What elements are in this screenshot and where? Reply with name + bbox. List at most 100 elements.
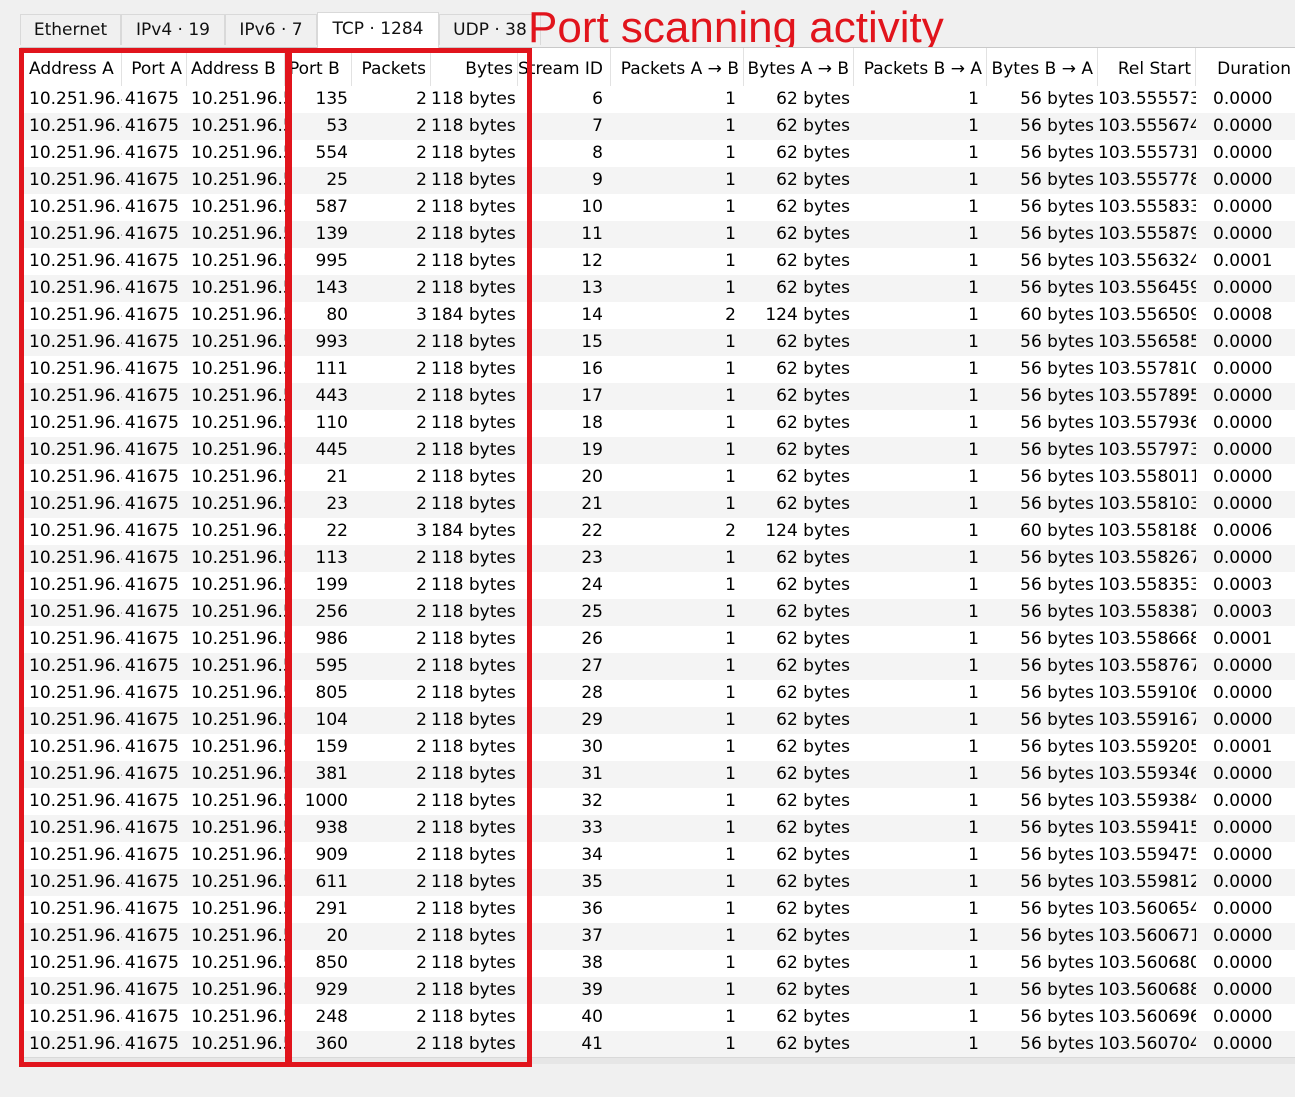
table-row[interactable]: 10.251.96.4 41675 10.251.96.5 1000 2 118 byte… <box>21 788 1295 815</box>
tab-tcp[interactable]: TCP · 1284 <box>317 12 439 48</box>
table-row[interactable]: 10.251.96.4 41675 10.251.96.5 110 2 118 bytes… <box>21 410 1295 437</box>
cell-packets-a-b: 1 <box>725 980 736 1000</box>
cell-stream-id: 10 <box>581 197 603 217</box>
table-row[interactable]: 10.251.96.4 41675 10.251.96.5 199 2 118 bytes… <box>21 572 1295 599</box>
cell-duration: 0.0000 <box>1213 170 1273 190</box>
cell-address-b: 10.251.96.5 <box>191 116 285 136</box>
column-header-bytes-a-b[interactable]: Bytes A → B <box>744 48 854 86</box>
cell-packets: 2 <box>416 899 427 919</box>
column-header-bytes-b-a[interactable]: Bytes B → A <box>987 48 1098 86</box>
cell-packets-a-b: 1 <box>725 872 736 892</box>
cell-bytes-b-a: 56 bytes <box>1020 791 1094 811</box>
column-header-bytes[interactable]: Bytes <box>431 48 518 86</box>
tab-udp[interactable]: UDP · 38 <box>439 14 541 45</box>
cell-stream-id: 14 <box>581 305 603 325</box>
table-row[interactable]: 10.251.96.4 41675 10.251.96.5 111 2 118 bytes… <box>21 356 1295 383</box>
cell-packets-a-b: 1 <box>725 656 736 676</box>
cell-bytes-a-b: 62 bytes <box>776 1034 850 1054</box>
cell-address-b: 10.251.96.5 <box>191 386 285 406</box>
table-row[interactable]: 10.251.96.4 41675 10.251.96.5 938 2 118 bytes… <box>21 815 1295 842</box>
cell-stream-id: 40 <box>581 1007 603 1027</box>
table-row[interactable]: 10.251.96.4 41675 10.251.96.5 381 2 118 bytes… <box>21 761 1295 788</box>
table-row[interactable]: 10.251.96.4 41675 10.251.96.5 143 2 118 bytes… <box>21 275 1295 302</box>
cell-duration: 0.0000 <box>1213 791 1273 811</box>
table-row[interactable]: 10.251.96.4 41675 10.251.96.5 113 2 118 bytes… <box>21 545 1295 572</box>
table-row[interactable]: 10.251.96.4 41675 10.251.96.5 587 2 118 bytes… <box>21 194 1295 221</box>
horizontal-scrollbar[interactable] <box>20 1057 1295 1064</box>
table-row[interactable]: 10.251.96.4 41675 10.251.96.5 995 2 118 bytes… <box>21 248 1295 275</box>
cell-bytes: 118 bytes <box>431 116 516 136</box>
cell-port-b: 53 <box>326 116 348 136</box>
cell-address-a: 10.251.96.4 <box>29 359 122 379</box>
table-row[interactable]: 10.251.96.4 41675 10.251.96.5 159 2 118 bytes… <box>21 734 1295 761</box>
table-row[interactable]: 10.251.96.4 41675 10.251.96.5 248 2 118 bytes… <box>21 1004 1295 1031</box>
cell-stream-id: 34 <box>581 845 603 865</box>
cell-address-b: 10.251.96.5 <box>191 548 285 568</box>
table-row[interactable]: 10.251.96.4 41675 10.251.96.5 21 2 118 bytes 2… <box>21 464 1295 491</box>
table-row[interactable]: 10.251.96.4 41675 10.251.96.5 80 3 184 bytes 1… <box>21 302 1295 329</box>
table-row[interactable]: 10.251.96.4 41675 10.251.96.5 909 2 118 bytes… <box>21 842 1295 869</box>
cell-rel-start: 103.555674 <box>1098 116 1196 136</box>
table-row[interactable]: 10.251.96.4 41675 10.251.96.5 139 2 118 bytes… <box>21 221 1295 248</box>
column-header-address-b[interactable]: Address B <box>187 48 285 86</box>
cell-bytes-b-a: 56 bytes <box>1020 89 1094 109</box>
column-header-port-b[interactable]: Port B <box>285 48 352 86</box>
table-row[interactable]: 10.251.96.4 41675 10.251.96.5 986 2 118 bytes… <box>21 626 1295 653</box>
table-row[interactable]: 10.251.96.4 41675 10.251.96.5 554 2 118 bytes… <box>21 140 1295 167</box>
table-row[interactable]: 10.251.96.4 41675 10.251.96.5 850 2 118 bytes… <box>21 950 1295 977</box>
column-header-packets-a-b[interactable]: Packets A → B <box>611 48 744 86</box>
cell-duration: 0.0000 <box>1213 116 1273 136</box>
table-row[interactable]: 10.251.96.4 41675 10.251.96.5 104 2 118 bytes… <box>21 707 1295 734</box>
column-header-packets[interactable]: Packets <box>352 48 431 86</box>
table-row[interactable]: 10.251.96.4 41675 10.251.96.5 53 2 118 bytes 7… <box>21 113 1295 140</box>
tab-ipv6[interactable]: IPv6 · 7 <box>225 14 317 45</box>
cell-port-a: 41675 <box>124 467 179 487</box>
table-row[interactable]: 10.251.96.4 41675 10.251.96.5 20 2 118 bytes 3… <box>21 923 1295 950</box>
cell-address-b: 10.251.96.5 <box>191 764 285 784</box>
column-header-rel-start[interactable]: Rel Start <box>1098 48 1196 86</box>
column-header-stream-id[interactable]: Stream ID <box>518 48 611 86</box>
cell-stream-id: 9 <box>592 170 603 190</box>
cell-stream-id: 12 <box>581 251 603 271</box>
table-row[interactable]: 10.251.96.4 41675 10.251.96.5 23 2 118 bytes 2… <box>21 491 1295 518</box>
table-row[interactable]: 10.251.96.4 41675 10.251.96.5 256 2 118 bytes… <box>21 599 1295 626</box>
cell-packets-a-b: 1 <box>725 1007 736 1027</box>
table-row[interactable]: 10.251.96.4 41675 10.251.96.5 25 2 118 bytes 9… <box>21 167 1295 194</box>
table-row[interactable]: 10.251.96.4 41675 10.251.96.5 443 2 118 bytes… <box>21 383 1295 410</box>
cell-port-a: 41675 <box>124 440 179 460</box>
column-header-address-a[interactable]: Address A <box>21 48 122 86</box>
column-header-port-a[interactable]: Port A <box>122 48 187 86</box>
table-row[interactable]: 10.251.96.4 41675 10.251.96.5 595 2 118 bytes… <box>21 653 1295 680</box>
table-row[interactable]: 10.251.96.4 41675 10.251.96.5 929 2 118 bytes… <box>21 977 1295 1004</box>
cell-bytes: 118 bytes <box>431 791 516 811</box>
table-row[interactable]: 10.251.96.4 41675 10.251.96.5 360 2 118 bytes… <box>21 1031 1295 1058</box>
table-row[interactable]: 10.251.96.4 41675 10.251.96.5 22 3 184 bytes 2… <box>21 518 1295 545</box>
cell-packets-b-a: 1 <box>968 1007 979 1027</box>
cell-bytes: 118 bytes <box>431 764 516 784</box>
tab-ipv4[interactable]: IPv4 · 19 <box>121 14 225 45</box>
table-row[interactable]: 10.251.96.4 41675 10.251.96.5 445 2 118 bytes… <box>21 437 1295 464</box>
cell-packets-b-a: 1 <box>968 926 979 946</box>
cell-bytes-a-b: 62 bytes <box>776 899 850 919</box>
tab-ethernet[interactable]: Ethernet <box>20 14 121 45</box>
cell-bytes-b-a: 56 bytes <box>1020 818 1094 838</box>
table-row[interactable]: 10.251.96.4 41675 10.251.96.5 291 2 118 bytes… <box>21 896 1295 923</box>
cell-port-a: 41675 <box>124 332 179 352</box>
cell-rel-start: 103.559346 <box>1098 764 1196 784</box>
cell-bytes-a-b: 62 bytes <box>776 602 850 622</box>
cell-duration: 0.0000 <box>1213 413 1273 433</box>
table-row[interactable]: 10.251.96.4 41675 10.251.96.5 611 2 118 bytes… <box>21 869 1295 896</box>
column-header-packets-b-a[interactable]: Packets B → A <box>854 48 987 86</box>
table-row[interactable]: 10.251.96.4 41675 10.251.96.5 805 2 118 bytes… <box>21 680 1295 707</box>
cell-bytes-b-a: 56 bytes <box>1020 467 1094 487</box>
cell-bytes-b-a: 56 bytes <box>1020 953 1094 973</box>
cell-stream-id: 35 <box>581 872 603 892</box>
cell-address-b: 10.251.96.5 <box>191 575 285 595</box>
table-row[interactable]: 10.251.96.4 41675 10.251.96.5 993 2 118 bytes… <box>21 329 1295 356</box>
cell-packets-b-a: 1 <box>968 413 979 433</box>
cell-packets-b-a: 1 <box>968 440 979 460</box>
cell-address-b: 10.251.96.5 <box>191 440 285 460</box>
column-header-duration[interactable]: Duration <box>1196 48 1295 86</box>
cell-address-b: 10.251.96.5 <box>191 1034 285 1054</box>
table-row[interactable]: 10.251.96.4 41675 10.251.96.5 135 2 118 bytes… <box>21 86 1295 113</box>
